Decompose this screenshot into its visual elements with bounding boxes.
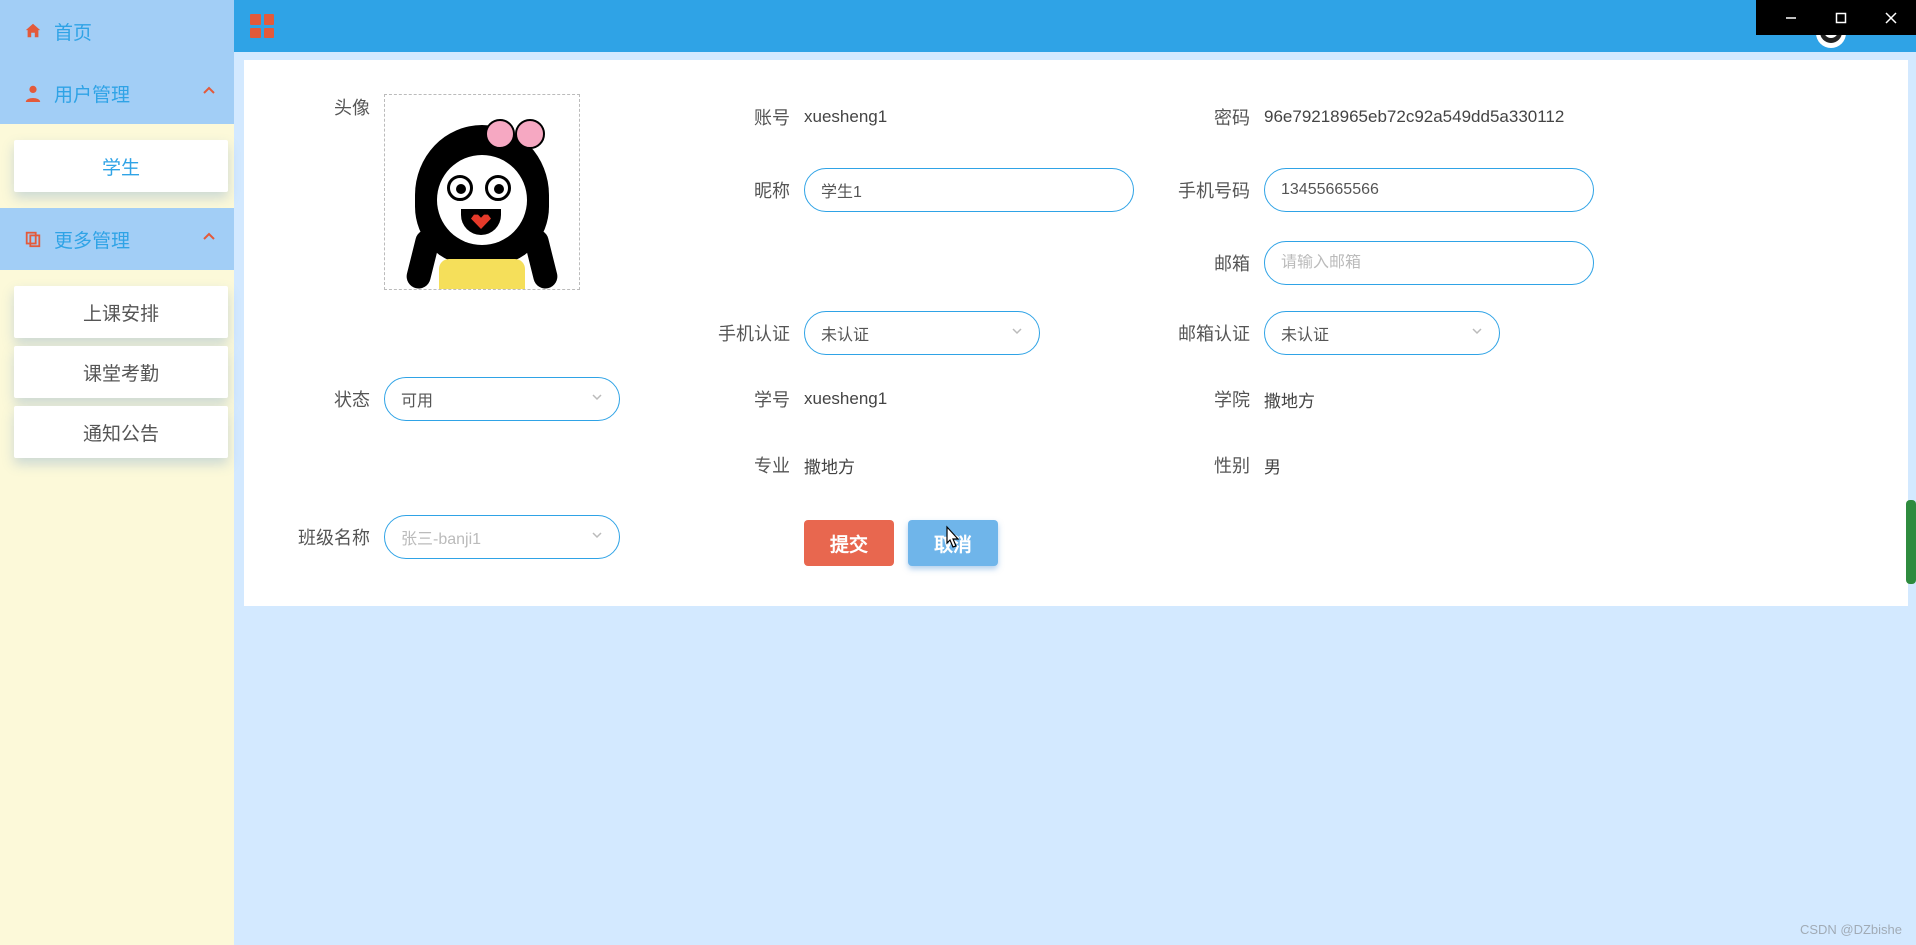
label-class-name: 班级名称 xyxy=(274,524,384,550)
chevron-down-icon xyxy=(591,390,603,408)
status-select[interactable]: 可用 xyxy=(384,377,620,421)
sidebar-item-user-mgmt[interactable]: 用户管理 xyxy=(0,62,234,124)
field-email-verify: 邮箱认证 未认证 xyxy=(1154,310,1594,356)
field-gender: 性别 男 xyxy=(1154,442,1594,488)
sidebar-item-more-mgmt[interactable]: 更多管理 xyxy=(0,208,234,270)
value-account: xuesheng1 xyxy=(804,107,887,127)
label-college: 学院 xyxy=(1154,386,1264,412)
sidebar-item-label: 首页 xyxy=(54,18,92,45)
field-status: 状态 可用 xyxy=(274,376,674,422)
spacer xyxy=(274,442,674,488)
form-actions: 提交 取消 xyxy=(694,508,1134,566)
class-name-select[interactable]: 张三-banji1 xyxy=(384,515,620,559)
maximize-button[interactable] xyxy=(1816,0,1866,35)
sidebar-sublist-user: 学生 xyxy=(0,124,234,208)
main-content: 头像 账号 xuesheng1 密码 96e79218965eb72c92a54… xyxy=(244,60,1908,606)
minimize-button[interactable] xyxy=(1766,0,1816,35)
label-account: 账号 xyxy=(694,104,804,130)
label-password: 密码 xyxy=(1154,104,1264,130)
email-input-inner[interactable] xyxy=(1281,254,1577,272)
sidebar-item-label: 通知公告 xyxy=(83,419,159,446)
field-avatar: 头像 xyxy=(274,90,674,290)
field-student-no: 学号 xuesheng1 xyxy=(694,376,1134,422)
home-icon xyxy=(24,22,44,40)
email-verify-value: 未认证 xyxy=(1281,321,1329,345)
chevron-down-icon xyxy=(1011,324,1023,342)
sidebar-item-label: 用户管理 xyxy=(54,80,130,107)
form-grid: 头像 账号 xuesheng1 密码 96e79218965eb72c92a54… xyxy=(274,90,1878,566)
label-email-verify: 邮箱认证 xyxy=(1154,320,1264,346)
field-account: 账号 xuesheng1 xyxy=(694,90,1134,143)
app-header xyxy=(0,0,1916,52)
chevron-up-icon xyxy=(202,82,216,104)
sidebar: 首页 用户管理 学生 更多管理 上课安排 课堂考勤 通知公告 xyxy=(0,0,234,945)
sidebar-item-label: 课堂考勤 xyxy=(83,359,159,386)
sidebar-item-schedule[interactable]: 上课安排 xyxy=(14,286,228,338)
email-verify-select[interactable]: 未认证 xyxy=(1264,311,1500,355)
field-nickname: 昵称 xyxy=(694,163,1134,216)
sidebar-item-announce[interactable]: 通知公告 xyxy=(14,406,228,458)
class-name-value: 张三-banji1 xyxy=(401,525,481,549)
window-controls xyxy=(1756,0,1916,35)
phone-input-inner[interactable] xyxy=(1281,181,1577,199)
value-gender: 男 xyxy=(1264,453,1281,478)
field-password: 密码 96e79218965eb72c92a549dd5a330112 xyxy=(1154,90,1594,143)
chevron-down-icon xyxy=(1471,324,1483,342)
status-value: 可用 xyxy=(401,387,433,411)
field-college: 学院 撒地方 xyxy=(1154,376,1594,422)
sidebar-item-student[interactable]: 学生 xyxy=(14,140,228,192)
close-button[interactable] xyxy=(1866,0,1916,35)
field-class-name: 班级名称 张三-banji1 xyxy=(274,508,674,566)
watermark: CSDN @DZbishe xyxy=(1800,922,1902,937)
phone-verify-select[interactable]: 未认证 xyxy=(804,311,1040,355)
spacer xyxy=(1154,508,1594,566)
sidebar-item-home[interactable]: 首页 xyxy=(0,0,234,62)
phone-input[interactable] xyxy=(1264,168,1594,212)
value-student-no: xuesheng1 xyxy=(804,389,887,409)
cancel-button[interactable]: 取消 xyxy=(908,520,998,566)
user-icon xyxy=(24,84,44,102)
email-input[interactable] xyxy=(1264,241,1594,285)
avatar-uploader[interactable] xyxy=(384,94,580,290)
sidebar-sublist-more: 上课安排 课堂考勤 通知公告 xyxy=(0,270,234,474)
submit-button[interactable]: 提交 xyxy=(804,520,894,566)
label-gender: 性别 xyxy=(1154,452,1264,478)
label-status: 状态 xyxy=(274,386,384,412)
value-college: 撒地方 xyxy=(1264,387,1315,412)
value-major: 撒地方 xyxy=(804,453,855,478)
field-phone: 手机号码 xyxy=(1154,163,1594,216)
value-password: 96e79218965eb72c92a549dd5a330112 xyxy=(1264,107,1564,127)
scrollbar-thumb[interactable] xyxy=(1906,500,1916,584)
spacer xyxy=(694,237,1134,290)
spacer xyxy=(274,310,674,356)
phone-verify-value: 未认证 xyxy=(821,321,869,345)
chevron-up-icon xyxy=(202,228,216,250)
apps-icon[interactable] xyxy=(250,14,274,38)
sidebar-item-label: 更多管理 xyxy=(54,226,130,253)
field-email: 邮箱 xyxy=(1154,237,1594,290)
label-avatar: 头像 xyxy=(274,94,384,120)
label-major: 专业 xyxy=(694,452,804,478)
copy-icon xyxy=(24,230,44,248)
label-email: 邮箱 xyxy=(1154,250,1264,276)
nickname-input[interactable] xyxy=(804,168,1134,212)
nickname-input-inner[interactable] xyxy=(821,181,1117,199)
sidebar-item-label: 上课安排 xyxy=(83,299,159,326)
label-phone-verify: 手机认证 xyxy=(694,320,804,346)
label-phone: 手机号码 xyxy=(1154,177,1264,203)
label-student-no: 学号 xyxy=(694,386,804,412)
label-nickname: 昵称 xyxy=(694,177,804,203)
field-major: 专业 撒地方 xyxy=(694,442,1134,488)
avatar-image xyxy=(397,109,567,289)
sidebar-item-attendance[interactable]: 课堂考勤 xyxy=(14,346,228,398)
field-phone-verify: 手机认证 未认证 xyxy=(694,310,1134,356)
chevron-down-icon xyxy=(591,528,603,546)
sidebar-item-label: 学生 xyxy=(102,153,140,180)
